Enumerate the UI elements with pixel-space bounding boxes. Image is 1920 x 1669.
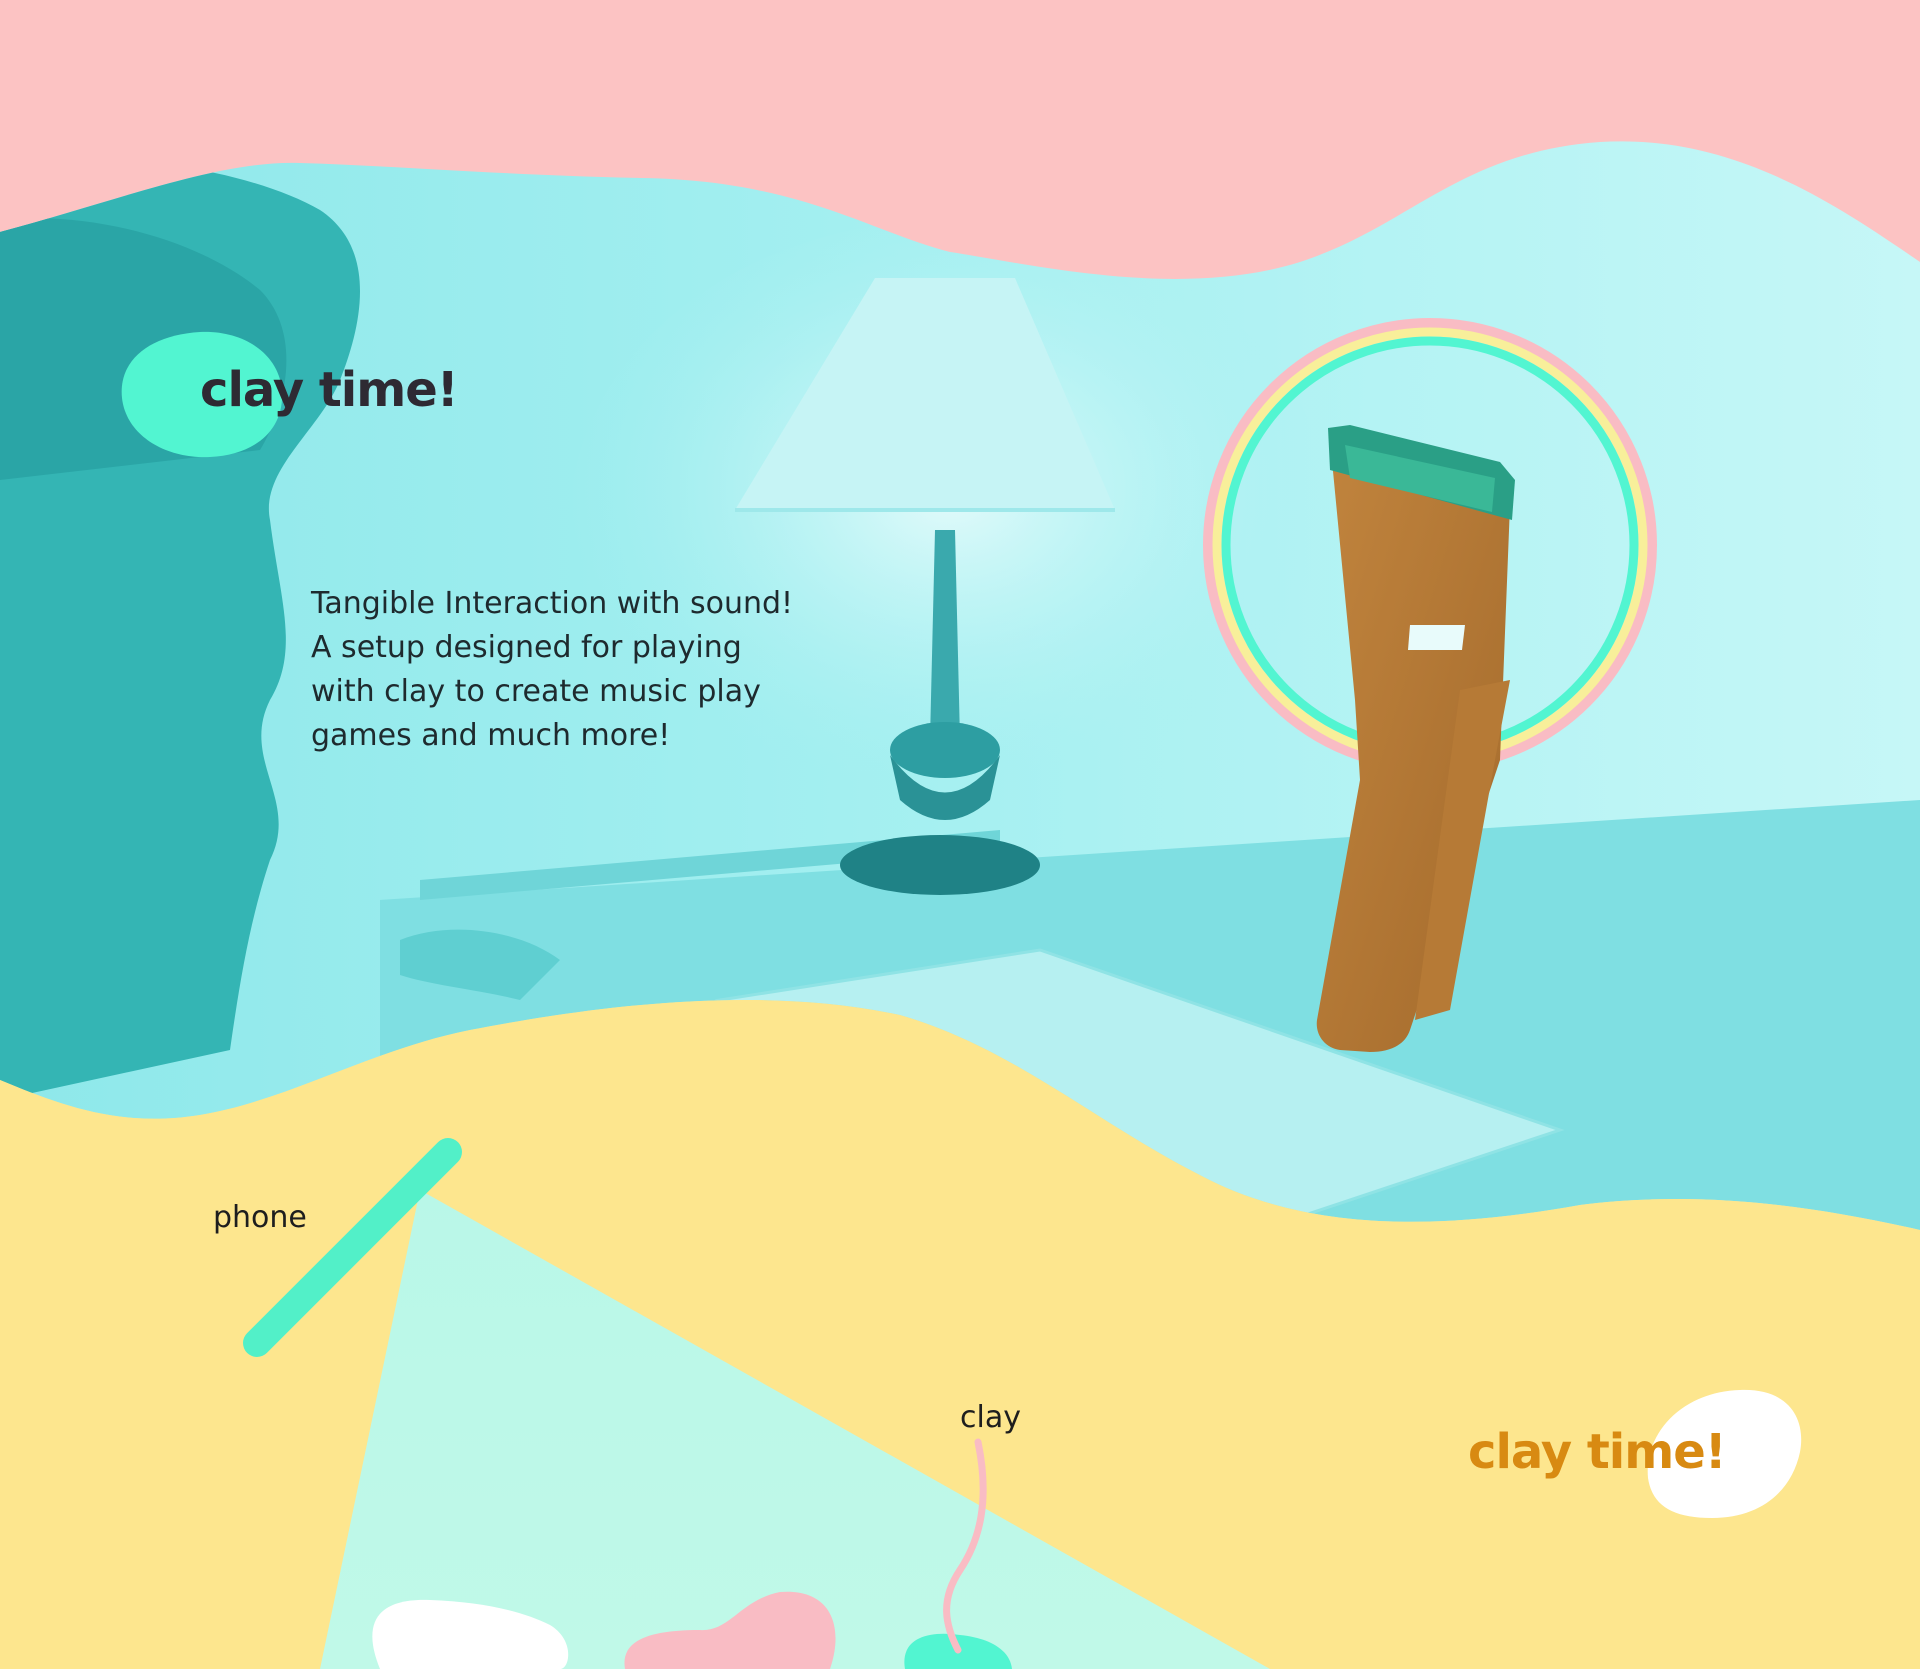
page: clay time! Tangible Interaction with sou… <box>0 0 1920 1669</box>
intro-text: Tangible Interaction with sound! A setup… <box>311 586 794 753</box>
title-clay-time-top: clay time! <box>200 362 459 418</box>
title-clay-time-bottom: clay time! <box>1468 1424 1727 1480</box>
clay-label: clay <box>960 1400 1021 1435</box>
phone-label: phone <box>213 1200 307 1235</box>
